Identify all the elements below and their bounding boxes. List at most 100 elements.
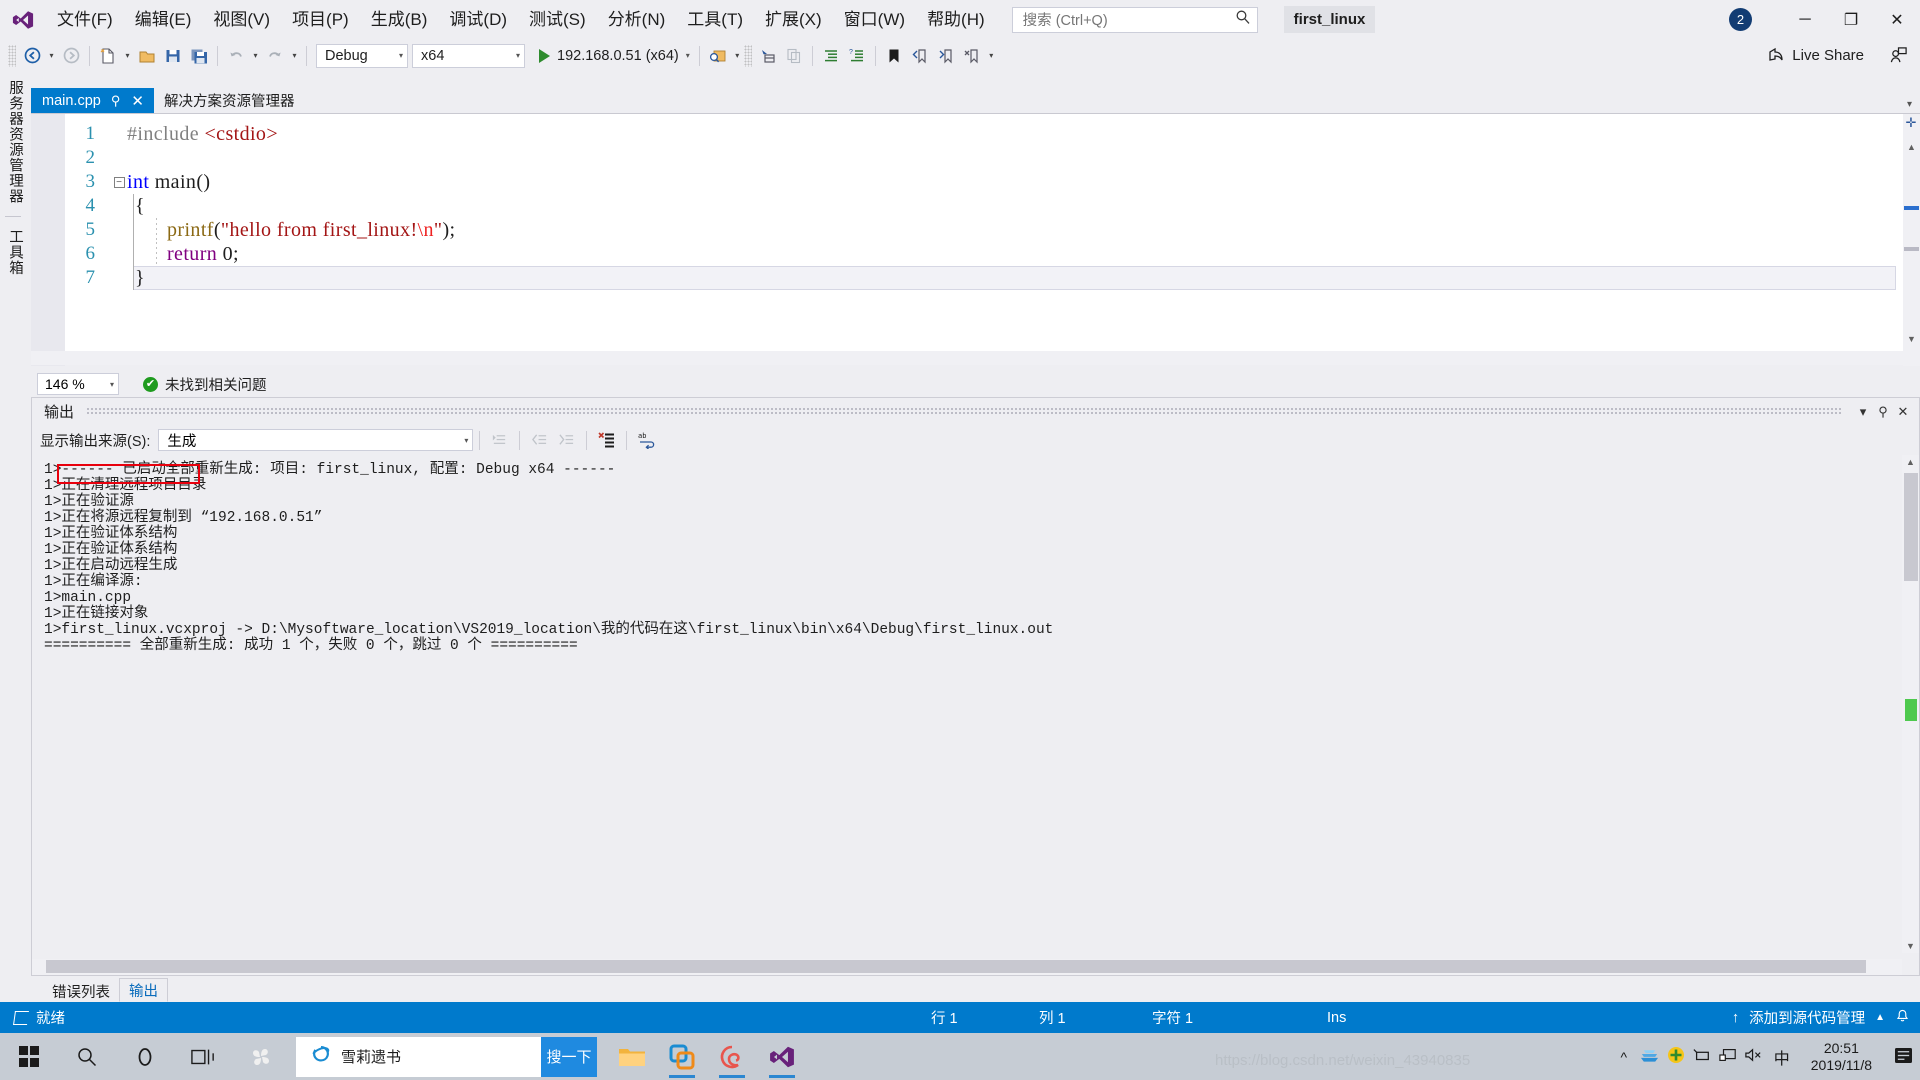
taskbar-clock[interactable]: 20:51 2019/11/8 bbox=[1797, 1040, 1886, 1074]
tab-solution-explorer[interactable]: 解决方案资源管理器 bbox=[153, 88, 305, 113]
taskbar-search-box[interactable]: 雪莉遗书 bbox=[296, 1036, 541, 1077]
onedrive-icon[interactable] bbox=[1637, 1047, 1663, 1066]
network-adapter-icon[interactable] bbox=[1689, 1047, 1715, 1066]
chevron-up-icon[interactable]: ▲ bbox=[1875, 1012, 1885, 1023]
uncomment-lines-icon[interactable]: ? bbox=[844, 43, 870, 69]
next-bookmark-icon[interactable] bbox=[933, 43, 959, 69]
code-editor[interactable]: 1 #include <cstdio> 2 3 − int main() 4 {… bbox=[31, 113, 1920, 366]
save-icon[interactable] bbox=[160, 43, 186, 69]
editor-vertical-scrollbar[interactable]: ✛ ▲ ▼ bbox=[1903, 114, 1920, 366]
action-center-icon[interactable] bbox=[1886, 1047, 1920, 1067]
minimize-button[interactable]: ─ bbox=[1782, 0, 1828, 39]
scroll-up-icon[interactable]: ▲ bbox=[1903, 142, 1920, 152]
toggle-word-wrap-icon[interactable]: ab bbox=[633, 428, 660, 452]
previous-bookmark-icon[interactable] bbox=[907, 43, 933, 69]
step-into-icon[interactable] bbox=[755, 43, 781, 69]
volume-muted-icon[interactable] bbox=[1741, 1047, 1767, 1066]
scrollbar-thumb[interactable] bbox=[1904, 473, 1918, 581]
menu-item-window[interactable]: 窗口(W) bbox=[833, 0, 916, 39]
clear-all-icon[interactable] bbox=[593, 428, 620, 452]
clear-bookmarks-icon[interactable] bbox=[959, 43, 985, 69]
start-button-icon[interactable] bbox=[0, 1033, 58, 1080]
split-view-icon[interactable]: ✛ bbox=[1904, 116, 1918, 130]
menu-item-extensions[interactable]: 扩展(X) bbox=[754, 0, 833, 39]
pin-icon[interactable]: ⚲ bbox=[1873, 404, 1893, 420]
navigate-back-icon[interactable] bbox=[19, 43, 45, 69]
security-shield-icon[interactable] bbox=[1663, 1046, 1689, 1067]
output-source-dropdown[interactable]: 生成 ▾ bbox=[158, 429, 474, 451]
menu-item-test[interactable]: 测试(S) bbox=[518, 0, 597, 39]
search-input[interactable]: 搜索 (Ctrl+Q) bbox=[1011, 6, 1258, 33]
output-vertical-scrollbar[interactable]: ▲ ▼ bbox=[1902, 455, 1919, 953]
sogou-pinwheel-icon[interactable] bbox=[232, 1033, 290, 1080]
taskbar-app-visual-studio[interactable] bbox=[757, 1033, 807, 1080]
collapse-icon[interactable]: − bbox=[113, 176, 125, 188]
toolbar-grip[interactable] bbox=[8, 44, 16, 67]
ime-language-icon[interactable]: 中 bbox=[1767, 1045, 1797, 1069]
output-text-area[interactable]: 1>------ 已启动全部重新生成: 项目: first_linux, 配置:… bbox=[34, 458, 1899, 951]
open-file-icon[interactable] bbox=[134, 43, 160, 69]
live-share-button[interactable]: Live Share bbox=[1767, 39, 1864, 72]
display-settings-icon[interactable] bbox=[1715, 1047, 1741, 1066]
toolbar-grip-2[interactable] bbox=[743, 44, 752, 67]
find-dropdown-icon[interactable]: ▾ bbox=[731, 51, 744, 60]
find-in-files-icon[interactable] bbox=[705, 43, 731, 69]
tab-output[interactable]: 输出 bbox=[119, 978, 168, 1002]
start-debug-button[interactable]: 192.168.0.51 (x64) ▾ bbox=[535, 43, 694, 69]
taskbar-search-icon[interactable] bbox=[58, 1033, 116, 1080]
taskbar-app-store[interactable] bbox=[657, 1033, 707, 1080]
source-control-label[interactable]: 添加到源代码管理 bbox=[1749, 1007, 1865, 1028]
menu-item-help[interactable]: 帮助(H) bbox=[916, 0, 996, 39]
scroll-up-icon[interactable]: ▲ bbox=[1902, 457, 1919, 467]
taskbar-app-sogou-browser[interactable] bbox=[707, 1033, 757, 1080]
taskbar-app-file-explorer[interactable] bbox=[607, 1033, 657, 1080]
zoom-level-dropdown[interactable]: 146 % ▾ bbox=[37, 373, 119, 395]
scroll-down-icon[interactable]: ▼ bbox=[1902, 941, 1919, 951]
close-icon[interactable]: ✕ bbox=[1893, 404, 1913, 420]
menu-item-project[interactable]: 项目(P) bbox=[281, 0, 360, 39]
panel-drag-handle[interactable] bbox=[86, 407, 1841, 416]
menu-item-edit[interactable]: 编辑(E) bbox=[124, 0, 203, 39]
menu-item-file[interactable]: 文件(F) bbox=[46, 0, 124, 39]
scrollbar-thumb[interactable] bbox=[46, 960, 1866, 973]
tab-error-list[interactable]: 错误列表 bbox=[43, 980, 119, 1002]
tabstrip-overflow-icon[interactable]: ▾ bbox=[1907, 99, 1912, 110]
navigate-back-dropdown-icon[interactable]: ▾ bbox=[45, 51, 58, 60]
menu-item-tools[interactable]: 工具(T) bbox=[676, 0, 754, 39]
editor-horizontal-scrollbar[interactable] bbox=[31, 351, 1903, 365]
close-icon[interactable]: ✕ bbox=[128, 92, 147, 110]
feedback-icon[interactable] bbox=[1889, 39, 1908, 72]
panel-dropdown-icon[interactable]: ▾ bbox=[1853, 404, 1873, 420]
chevron-down-icon[interactable]: ▾ bbox=[679, 51, 690, 60]
notification-badge[interactable]: 2 bbox=[1729, 8, 1752, 31]
line-number: 4 bbox=[85, 195, 96, 216]
toggle-bookmark-icon[interactable] bbox=[881, 43, 907, 69]
menu-item-debug[interactable]: 调试(D) bbox=[438, 0, 518, 39]
fold-toggle[interactable]: − bbox=[111, 176, 127, 188]
comment-lines-icon[interactable] bbox=[818, 43, 844, 69]
pin-icon[interactable]: ⚲ bbox=[111, 93, 121, 109]
save-all-icon[interactable] bbox=[186, 43, 212, 69]
tab-main-cpp[interactable]: main.cpp ⚲ ✕ bbox=[31, 88, 154, 113]
platform-value: x64 bbox=[421, 47, 445, 64]
taskbar-search-submit-button[interactable]: 搜一下 bbox=[541, 1036, 597, 1077]
new-file-icon[interactable] bbox=[95, 43, 121, 69]
show-hidden-icons-icon[interactable]: ^ bbox=[1611, 1049, 1637, 1065]
restore-button[interactable]: ❐ bbox=[1828, 0, 1874, 39]
menu-item-view[interactable]: 视图(V) bbox=[202, 0, 281, 39]
platform-dropdown[interactable]: x64 ▾ bbox=[412, 43, 525, 68]
cortana-icon[interactable] bbox=[116, 1033, 174, 1080]
task-view-icon[interactable] bbox=[174, 1033, 232, 1080]
active-project-chip[interactable]: first_linux bbox=[1283, 6, 1376, 33]
menu-item-build[interactable]: 生成(B) bbox=[360, 0, 439, 39]
output-horizontal-scrollbar[interactable] bbox=[32, 959, 1902, 975]
close-button[interactable]: ✕ bbox=[1874, 0, 1920, 39]
toolbar-overflow-icon[interactable]: ▾ bbox=[985, 51, 998, 60]
sidebar-item-toolbox[interactable]: 工具箱 bbox=[0, 221, 31, 284]
scroll-down-icon[interactable]: ▼ bbox=[1903, 334, 1920, 344]
sidebar-item-server-explorer[interactable]: 服务器资源管理器 bbox=[0, 72, 31, 212]
notifications-bell-icon[interactable] bbox=[1895, 1009, 1910, 1026]
menu-item-analyze[interactable]: 分析(N) bbox=[597, 0, 677, 39]
new-file-dropdown-icon[interactable]: ▾ bbox=[121, 51, 134, 60]
configuration-dropdown[interactable]: Debug ▾ bbox=[316, 43, 408, 68]
